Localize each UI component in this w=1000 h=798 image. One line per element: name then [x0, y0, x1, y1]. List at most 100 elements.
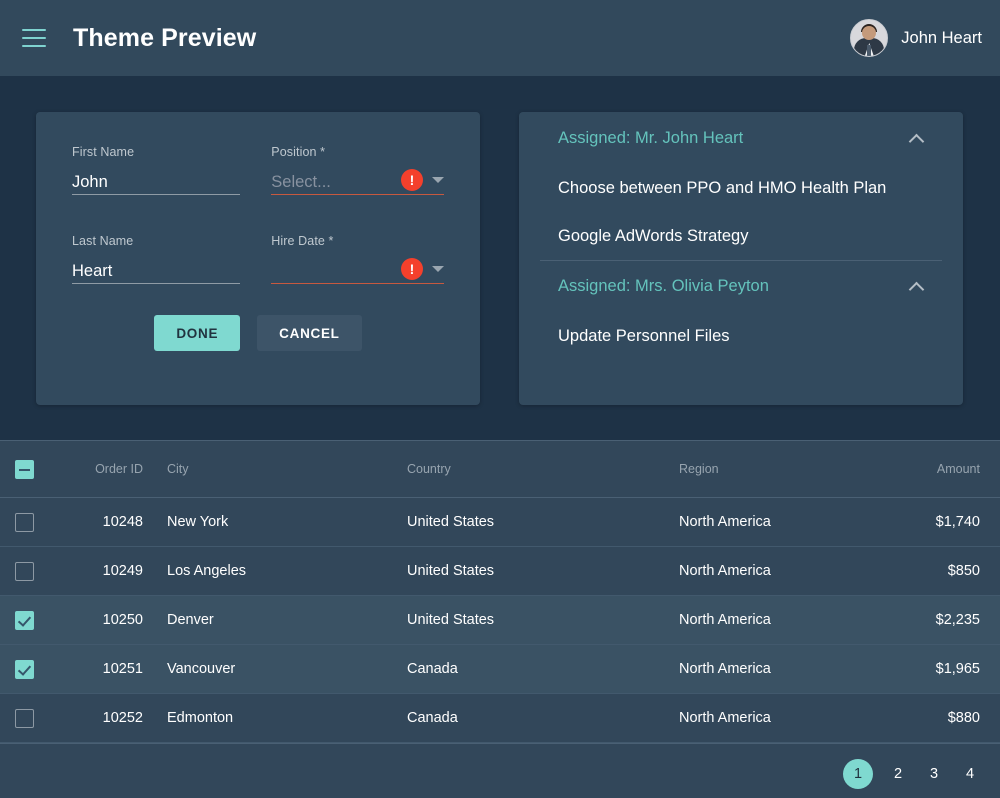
row-select-cell: [0, 512, 66, 532]
cell-country: Canada: [407, 661, 458, 677]
calendar-dropdown-icon[interactable]: [432, 265, 444, 272]
hamburger-icon[interactable]: [22, 29, 46, 47]
cell-country: United States: [407, 514, 495, 530]
chevron-down-icon[interactable]: [432, 176, 444, 183]
hamburger-line: [22, 45, 46, 47]
form-column-left: First Name John Last Name Heart: [72, 145, 241, 284]
avatar-tie: [867, 45, 872, 56]
row-select-cell: [0, 659, 66, 679]
accordion-header-olivia-peyton[interactable]: Assigned: Mrs. Olivia Peyton: [540, 260, 942, 312]
form-grid: First Name John Last Name Heart Position…: [72, 145, 444, 284]
pagination: 1 2 3 4: [0, 743, 1000, 798]
field-label: First Name: [72, 145, 135, 159]
form-actions: DONE CANCEL: [72, 315, 444, 351]
field-hire-date: Hire Date * !: [271, 234, 444, 284]
chevron-up-icon[interactable]: [910, 132, 923, 145]
content-area: First Name John Last Name Heart Position…: [0, 76, 1000, 405]
page-button-4[interactable]: 4: [959, 759, 981, 789]
cell-order-id: 10250: [102, 612, 143, 628]
field-label: Position *: [271, 145, 326, 159]
last-name-input[interactable]: Heart: [72, 259, 241, 284]
error-icon[interactable]: !: [401, 258, 423, 280]
chevron-up-icon[interactable]: [910, 280, 923, 293]
field-label: Hire Date *: [271, 234, 334, 248]
position-adornments: !: [401, 169, 444, 191]
cell-amount: $850: [947, 563, 980, 579]
field-label: Last Name: [72, 234, 134, 248]
accordion-title: Assigned: Mrs. Olivia Peyton: [558, 277, 769, 295]
row-checkbox[interactable]: [15, 561, 34, 581]
column-header-order-id[interactable]: Order ID: [66, 462, 143, 476]
cell-country: United States: [407, 563, 495, 579]
cancel-button[interactable]: CANCEL: [257, 315, 362, 351]
avatar-face: [862, 26, 877, 40]
accordion-group: Assigned: Mr. John Heart Choose between …: [540, 112, 942, 260]
cell-order-id: 10252: [102, 710, 143, 726]
cell-city: Denver: [167, 612, 214, 628]
avatar: [850, 19, 889, 57]
cell-region: North America: [679, 563, 771, 579]
select-all-cell: [0, 459, 66, 479]
table-row[interactable]: 10251 Vancouver Canada North America $1,…: [0, 645, 1000, 694]
table-row[interactable]: 10250 Denver United States North America…: [0, 596, 1000, 645]
accordion-item[interactable]: Google AdWords Strategy: [540, 212, 942, 260]
cell-amount: $2,235: [935, 612, 980, 628]
row-checkbox[interactable]: [15, 659, 34, 679]
column-header-city[interactable]: City: [143, 462, 407, 476]
user-name: John Heart: [901, 28, 982, 47]
row-select-cell: [0, 561, 66, 581]
hire-date-adornments: !: [401, 258, 444, 280]
table-row[interactable]: 10248 New York United States North Ameri…: [0, 498, 1000, 547]
hamburger-line: [22, 29, 46, 31]
accordion-item[interactable]: Choose between PPO and HMO Health Plan: [540, 164, 942, 212]
table-header-row: Order ID City Country Region Amount: [0, 441, 1000, 498]
accordion-title: Assigned: Mr. John Heart: [558, 128, 744, 147]
accordion-header-john-heart[interactable]: Assigned: Mr. John Heart: [540, 112, 942, 164]
cell-region: North America: [679, 661, 771, 677]
field-position: Position * Select... !: [271, 145, 444, 195]
assignments-accordion-card: Assigned: Mr. John Heart Choose between …: [519, 112, 963, 405]
app-header: Theme Preview John Heart: [0, 0, 1000, 76]
row-checkbox[interactable]: [15, 512, 34, 532]
form-column-right: Position * Select... ! Hire Date * !: [271, 145, 444, 284]
cell-city: New York: [167, 514, 229, 530]
orders-data-grid: Order ID City Country Region Amount 1024…: [0, 440, 1000, 798]
cell-amount: $880: [947, 710, 980, 726]
field-last-name: Last Name Heart: [72, 234, 241, 284]
employee-form-card: First Name John Last Name Heart Position…: [36, 112, 480, 405]
cell-city: Edmonton: [167, 710, 234, 726]
row-checkbox[interactable]: [15, 708, 34, 728]
select-all-checkbox[interactable]: [15, 459, 34, 479]
cell-order-id: 10251: [102, 661, 143, 677]
hamburger-line: [22, 37, 46, 39]
table-row[interactable]: 10249 Los Angeles United States North Am…: [0, 547, 1000, 596]
cell-amount: $1,740: [935, 514, 980, 530]
error-icon[interactable]: !: [401, 169, 423, 191]
cell-region: North America: [679, 514, 771, 530]
page-title: Theme Preview: [73, 23, 257, 52]
page-button-3[interactable]: 3: [923, 759, 945, 789]
table-row[interactable]: 10252 Edmonton Canada North America $880: [0, 694, 1000, 743]
field-first-name: First Name John: [72, 145, 241, 195]
cell-city: Los Angeles: [167, 563, 247, 579]
accordion-group: Assigned: Mrs. Olivia Peyton Update Pers…: [540, 260, 942, 360]
cell-country: United States: [407, 612, 495, 628]
cell-region: North America: [679, 612, 771, 628]
column-header-region[interactable]: Region: [679, 462, 860, 476]
page-button-2[interactable]: 2: [887, 759, 909, 789]
column-header-amount[interactable]: Amount: [860, 462, 980, 476]
row-select-cell: [0, 610, 66, 630]
row-select-cell: [0, 708, 66, 728]
cell-amount: $1,965: [935, 661, 980, 677]
first-name-input[interactable]: John: [72, 170, 241, 195]
cell-city: Vancouver: [167, 661, 236, 677]
done-button[interactable]: DONE: [154, 315, 241, 351]
accordion-item[interactable]: Update Personnel Files: [540, 312, 942, 360]
cell-region: North America: [679, 710, 771, 726]
cell-country: Canada: [407, 710, 458, 726]
row-checkbox[interactable]: [15, 610, 34, 630]
column-header-country[interactable]: Country: [407, 462, 679, 476]
cell-order-id: 10249: [102, 563, 143, 579]
user-menu[interactable]: John Heart: [850, 19, 982, 57]
page-button-1[interactable]: 1: [843, 759, 873, 789]
